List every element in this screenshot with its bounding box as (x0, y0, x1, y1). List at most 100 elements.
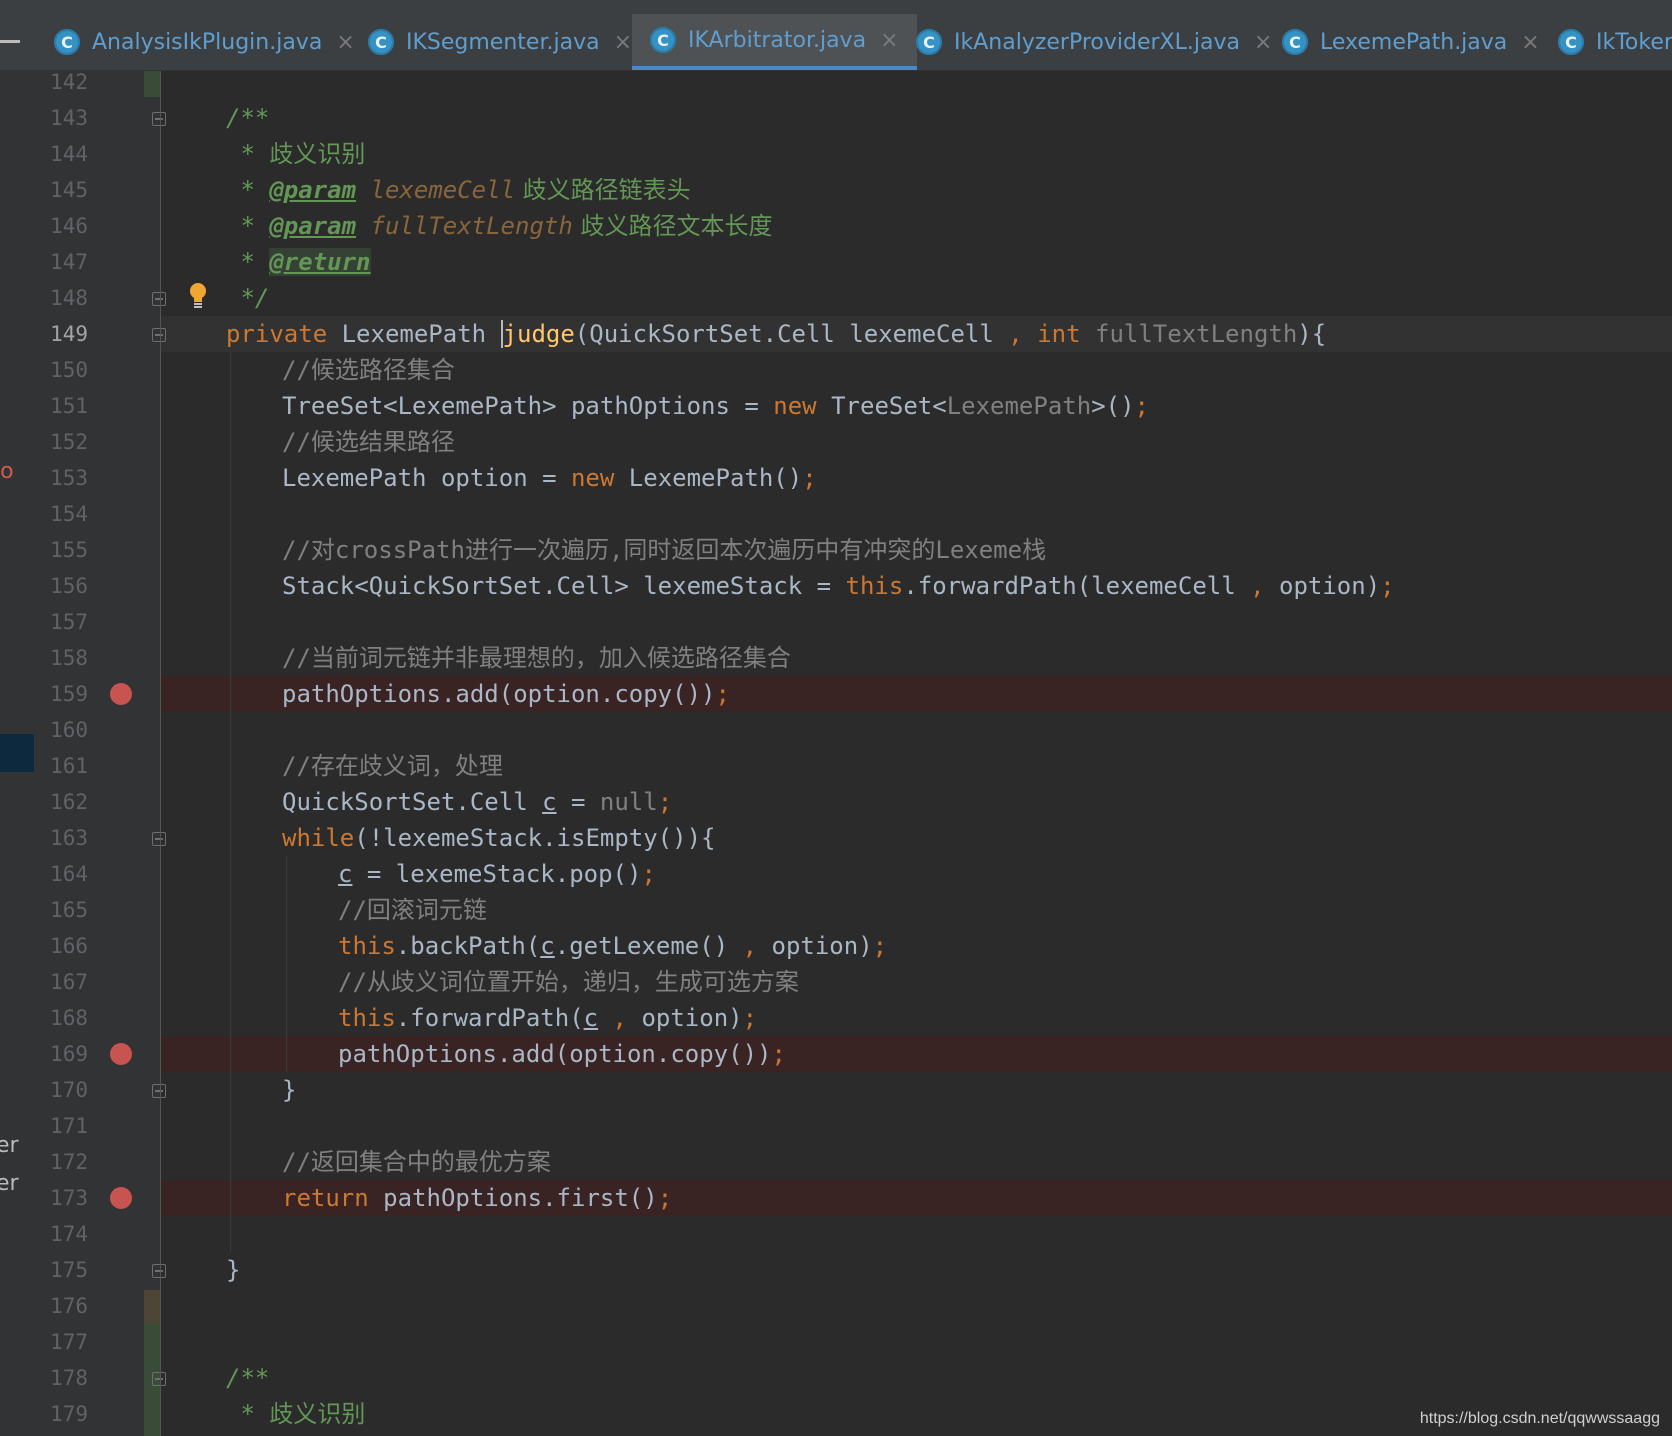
code-line[interactable]: } (282, 1072, 1672, 1108)
breakpoint-icon[interactable] (110, 1043, 132, 1065)
tab-ikarbitrator[interactable]: C IKArbitrator.java × (632, 14, 917, 70)
line-number[interactable]: 169 (34, 1036, 88, 1072)
lightbulb-icon[interactable] (188, 282, 208, 310)
fold-icon[interactable] (152, 832, 166, 846)
close-icon[interactable]: × (336, 30, 354, 55)
line-number[interactable]: 154 (34, 496, 88, 532)
line-number[interactable]: 162 (34, 784, 88, 820)
close-icon[interactable]: × (1254, 30, 1272, 55)
line-number[interactable]: 145 (34, 172, 88, 208)
line-number[interactable]: 176 (34, 1288, 88, 1324)
code-line[interactable]: QuickSortSet.Cell c = null; (282, 784, 1672, 820)
fold-icon[interactable] (152, 1372, 166, 1386)
line-number[interactable]: 156 (34, 568, 88, 604)
code-line[interactable]: * 歧义识别 (226, 136, 1672, 172)
breakpoint-icon[interactable] (110, 1187, 132, 1209)
fold-icon[interactable] (152, 328, 166, 342)
code-line[interactable]: //候选路径集合 (282, 352, 1672, 388)
line-number[interactable]: 144 (34, 136, 88, 172)
code-line[interactable]: c = lexemeStack.pop(); (338, 856, 1672, 892)
tab-label: LexemePath.java (1320, 29, 1508, 55)
line-number[interactable]: 160 (34, 712, 88, 748)
fold-icon[interactable] (152, 1084, 166, 1098)
code-line[interactable]: * @return (226, 244, 1672, 280)
code-line[interactable]: //从歧义词位置开始，递归，生成可选方案 (338, 964, 1672, 1000)
vcs-change-marker[interactable] (144, 71, 160, 97)
code-line[interactable]: Stack<QuickSortSet.Cell> lexemeStack = t… (282, 568, 1672, 604)
line-number[interactable]: 152 (34, 424, 88, 460)
doc-comment: * (226, 1400, 270, 1428)
left-strip-item[interactable]: er (0, 1133, 19, 1158)
code-line[interactable]: this.backPath(c.getLexeme() , option); (338, 928, 1672, 964)
line-number[interactable]: 174 (34, 1216, 88, 1252)
code-line[interactable]: //对crossPath进行一次遍历,同时返回本次遍历中有冲突的Lexeme栈 (282, 532, 1672, 568)
code-line[interactable]: TreeSet<LexemePath> pathOptions = new Tr… (282, 388, 1672, 424)
close-icon[interactable]: × (614, 30, 632, 55)
vcs-change-marker[interactable] (144, 1290, 160, 1324)
line-number[interactable]: 161 (34, 748, 88, 784)
line-number[interactable]: 143 (34, 100, 88, 136)
line-number[interactable]: 173 (34, 1180, 88, 1216)
tab-iksegmenter[interactable]: C IKSegmenter.java × (368, 14, 632, 70)
code-line[interactable]: this.forwardPath(c , option); (338, 1000, 1672, 1036)
code-line[interactable]: * @param lexemeCell 歧义路径链表头 (226, 172, 1672, 208)
code-line[interactable]: LexemePath option = new LexemePath(); (282, 460, 1672, 496)
code-line[interactable]: pathOptions.add(option.copy()); (338, 1036, 1658, 1072)
line-number[interactable]: 147 (34, 244, 88, 280)
line-number[interactable]: 167 (34, 964, 88, 1000)
code-line[interactable]: pathOptions.add(option.copy()); (282, 676, 1662, 712)
tab-analysisikplugin[interactable]: C AnalysisIkPlugin.java × (54, 14, 355, 70)
line-number[interactable]: 172 (34, 1144, 88, 1180)
line-number[interactable]: 178 (34, 1360, 88, 1396)
code-line[interactable]: //返回集合中的最优方案 (282, 1144, 1672, 1180)
code-line[interactable]: //候选结果路径 (282, 424, 1672, 460)
left-strip-item[interactable]: er (0, 1171, 19, 1196)
doc-tag: @param (269, 212, 357, 240)
breakpoint-icon[interactable] (110, 683, 132, 705)
line-number[interactable]: 146 (34, 208, 88, 244)
line-number[interactable]: 168 (34, 1000, 88, 1036)
code-line[interactable]: */ (226, 280, 1672, 316)
code-line[interactable]: } (226, 1252, 1672, 1288)
close-icon[interactable]: × (880, 28, 898, 53)
line-number[interactable]: 175 (34, 1252, 88, 1288)
line-number[interactable]: 159 (34, 676, 88, 712)
code-line[interactable]: * @param fullTextLength 歧义路径文本长度 (226, 208, 1672, 244)
line-number[interactable]: 171 (34, 1108, 88, 1144)
line-number[interactable]: 165 (34, 892, 88, 928)
tab-lexemepath[interactable]: C LexemePath.java × (1282, 14, 1540, 70)
tab-ikanalyzerproviderxl[interactable]: C IkAnalyzerProviderXL.java × (916, 14, 1272, 70)
fold-icon[interactable] (152, 112, 166, 126)
line-number[interactable]: 153 (34, 460, 88, 496)
line-number[interactable]: 158 (34, 640, 88, 676)
code-line[interactable]: return pathOptions.first(); (282, 1180, 1662, 1216)
code-line[interactable]: /** (226, 100, 1672, 136)
line-number[interactable]: 177 (34, 1324, 88, 1360)
left-strip-item[interactable]: io (0, 459, 14, 484)
line-number[interactable]: 163 (34, 820, 88, 856)
code-line[interactable]: //当前词元链并非最理想的，加入候选路径集合 (282, 640, 1672, 676)
tab-overflow-icon[interactable] (0, 40, 20, 43)
line-number[interactable]: 142 (34, 64, 88, 100)
line-number[interactable]: 164 (34, 856, 88, 892)
line-number[interactable]: 150 (34, 352, 88, 388)
line-number[interactable]: 155 (34, 532, 88, 568)
code-text: QuickSortSet.Cell (282, 788, 543, 816)
code-line[interactable]: while(!lexemeStack.isEmpty()){ (282, 820, 1672, 856)
line-number[interactable]: 148 (34, 280, 88, 316)
fold-icon[interactable] (152, 292, 166, 306)
code-line[interactable]: //存在歧义词，处理 (282, 748, 1672, 784)
code-line[interactable]: /** (226, 1360, 1672, 1396)
line-number[interactable]: 166 (34, 928, 88, 964)
line-number[interactable]: 179 (34, 1396, 88, 1432)
line-number[interactable]: 170 (34, 1072, 88, 1108)
fold-icon[interactable] (152, 1264, 166, 1278)
code-line[interactable]: private LexemePath judge(QuickSortSet.Ce… (226, 316, 1666, 352)
close-icon[interactable]: × (1521, 30, 1539, 55)
line-number[interactable]: 157 (34, 604, 88, 640)
line-number[interactable]: 149 (34, 316, 88, 352)
code-line[interactable]: //回滚词元链 (338, 892, 1672, 928)
line-number[interactable]: 151 (34, 388, 88, 424)
tab-iktoker[interactable]: C IkToker (1558, 14, 1672, 70)
punctuation: , (1008, 320, 1023, 348)
